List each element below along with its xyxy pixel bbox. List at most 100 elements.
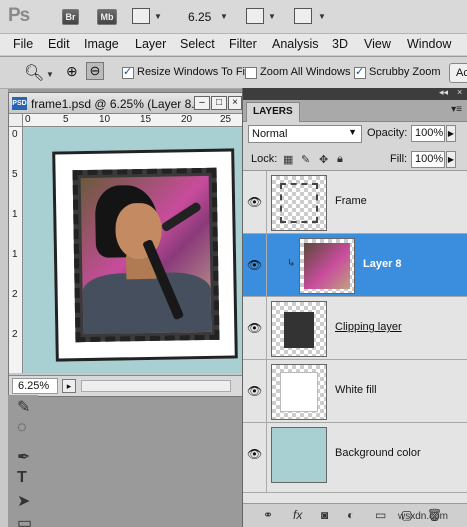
menu-window[interactable]: Window: [407, 37, 451, 51]
chevron-down-icon[interactable]: ▼: [154, 12, 162, 21]
zoom-all-windows-label: Zoom All Windows: [260, 66, 351, 78]
layer-style-icon[interactable]: fx: [293, 508, 302, 522]
tab-layers[interactable]: LAYERS: [246, 102, 300, 122]
screen-mode-icon[interactable]: [294, 8, 312, 24]
menu-select[interactable]: Select: [180, 37, 215, 51]
clip-shape-thumb: [284, 312, 314, 348]
new-group-icon[interactable]: ▭: [375, 508, 386, 522]
resize-windows-label: Resize Windows To Fit: [137, 66, 249, 78]
history-brush-icon[interactable]: ✎: [17, 397, 30, 417]
zoom-tool-icon[interactable]: 🔍︎: [24, 63, 44, 83]
maximize-button[interactable]: □: [211, 96, 227, 110]
collapse-panel-icon[interactable]: ◂◂: [439, 87, 448, 98]
panel-menu-icon[interactable]: ▾≡: [451, 104, 462, 115]
resize-windows-checkbox[interactable]: [122, 65, 134, 79]
actual-pixels-button[interactable]: Ac: [449, 63, 467, 83]
link-layers-icon[interactable]: ⚭: [263, 508, 273, 522]
lock-all-icon[interactable]: 🔒︎: [337, 153, 343, 166]
eye-icon: 👁︎: [247, 258, 263, 272]
document-canvas[interactable]: [24, 128, 245, 373]
blend-mode-select[interactable]: Normal ▼: [248, 125, 362, 143]
minimize-button[interactable]: –: [194, 96, 210, 110]
tools-panel: ✎ ◌ ✒ T ➤ ▭: [8, 395, 38, 527]
view-extras-icon[interactable]: [132, 8, 150, 24]
lock-transparency-icon[interactable]: ▦: [283, 153, 293, 166]
zoom-in-icon[interactable]: ⊕: [66, 63, 78, 80]
chevron-down-icon[interactable]: ▼: [46, 70, 54, 79]
launch-minibridge-button[interactable]: Mb: [97, 9, 117, 25]
blur-tool-icon[interactable]: ◌: [17, 419, 27, 437]
chevron-down-icon[interactable]: ▼: [220, 12, 228, 21]
horizontal-ruler[interactable]: 0 5 10 15 20 25: [23, 114, 245, 127]
photo-shirt: [82, 271, 212, 335]
chevron-down-icon[interactable]: ▼: [318, 12, 326, 21]
layer-thumbnail: [271, 301, 327, 357]
shape-tool-icon[interactable]: ▭: [17, 513, 32, 527]
lock-position-icon[interactable]: ✥: [319, 153, 328, 166]
menu-view[interactable]: View: [364, 37, 391, 51]
layer-row-layer-8[interactable]: 👁︎ ↳ Layer 8: [243, 234, 467, 297]
visibility-toggle[interactable]: 👁︎: [243, 423, 267, 493]
visibility-toggle[interactable]: 👁︎: [243, 171, 267, 234]
eye-icon: 👁︎: [247, 447, 263, 461]
layer-row-white-fill[interactable]: 👁︎ White fill: [243, 360, 467, 423]
zoom-out-icon[interactable]: ⊖: [86, 62, 104, 80]
opacity-input[interactable]: 100%: [411, 125, 445, 142]
panel-dock-header: ◂◂ ×: [243, 87, 467, 100]
chevron-down-icon[interactable]: ▼: [268, 12, 276, 21]
layers-panel: ◂◂ × LAYERS ▾≡ Normal ▼ Opacity: 100% ▶ …: [242, 87, 467, 527]
arrange-documents-icon[interactable]: [246, 8, 264, 24]
menu-layer[interactable]: Layer: [135, 37, 166, 51]
close-button[interactable]: ×: [228, 96, 242, 110]
horizontal-scrollbar[interactable]: [81, 380, 231, 392]
white-frame: [52, 148, 238, 362]
menu-file[interactable]: File: [13, 37, 33, 51]
zoom-status-field[interactable]: 6.25%: [12, 378, 58, 394]
menu-filter[interactable]: Filter: [229, 37, 257, 51]
zoom-level[interactable]: 6.25: [188, 10, 211, 24]
launch-bridge-button[interactable]: Br: [62, 9, 79, 25]
scrubby-zoom-checkbox[interactable]: [354, 65, 366, 79]
layer-row-clipping-layer[interactable]: 👁︎ Clipping layer: [243, 297, 467, 360]
ruler-tick: 0: [12, 129, 18, 140]
visibility-toggle[interactable]: 👁︎: [243, 360, 267, 423]
layer-thumbnail: [271, 427, 327, 483]
options-bar: 🔍︎ ▼ ⊕ ⊖ Resize Windows To Fit Zoom All …: [0, 57, 467, 89]
opacity-slider-arrow[interactable]: ▶: [446, 125, 456, 142]
layer-row-frame[interactable]: 👁︎ Frame: [243, 171, 467, 234]
pen-tool-icon[interactable]: ✒: [17, 447, 30, 467]
sketch-frame: [72, 167, 220, 343]
close-panel-icon[interactable]: ×: [457, 87, 462, 97]
white-fill-thumb: [280, 372, 318, 412]
menu-edit[interactable]: Edit: [48, 37, 70, 51]
ruler-origin[interactable]: [9, 114, 23, 127]
layer-name: Clipping layer: [335, 321, 402, 333]
status-nav-icon[interactable]: ▸: [62, 379, 76, 393]
visibility-toggle[interactable]: 👁︎: [243, 234, 267, 297]
ruler-tick: 5: [63, 114, 69, 125]
ruler-tick: 0: [25, 114, 31, 125]
fill-slider-arrow[interactable]: ▶: [446, 151, 456, 168]
add-mask-icon[interactable]: ◙: [321, 508, 328, 522]
ruler-tick: 10: [99, 114, 111, 125]
adjustment-layer-icon[interactable]: ◐: [347, 508, 354, 522]
ruler-tick: 25: [220, 114, 232, 125]
ruler-tick: 2: [12, 329, 18, 340]
menu-3d[interactable]: 3D: [332, 37, 348, 51]
visibility-toggle[interactable]: 👁︎: [243, 297, 267, 360]
tools-panel-edge: [0, 89, 8, 527]
type-tool-icon[interactable]: T: [17, 469, 27, 487]
ruler-tick: 1: [12, 209, 18, 220]
menu-bar: File Edit Image Layer Select Filter Anal…: [0, 34, 467, 56]
menu-image[interactable]: Image: [84, 37, 119, 51]
document-title-bar[interactable]: PSD frame1.psd @ 6.25% (Layer 8... – □ ×: [9, 93, 245, 114]
vertical-ruler[interactable]: 0 5 1 1 2 2: [9, 127, 23, 373]
layer-row-background-color[interactable]: 👁︎ Background color: [243, 423, 467, 493]
lock-pixels-icon[interactable]: ✎: [301, 153, 310, 166]
zoom-all-windows-checkbox[interactable]: [245, 67, 257, 79]
blend-mode-value: Normal: [252, 128, 288, 140]
menu-analysis[interactable]: Analysis: [272, 37, 319, 51]
photo-thumb: [304, 243, 350, 289]
path-selection-icon[interactable]: ➤: [17, 491, 30, 511]
fill-input[interactable]: 100%: [411, 151, 445, 168]
